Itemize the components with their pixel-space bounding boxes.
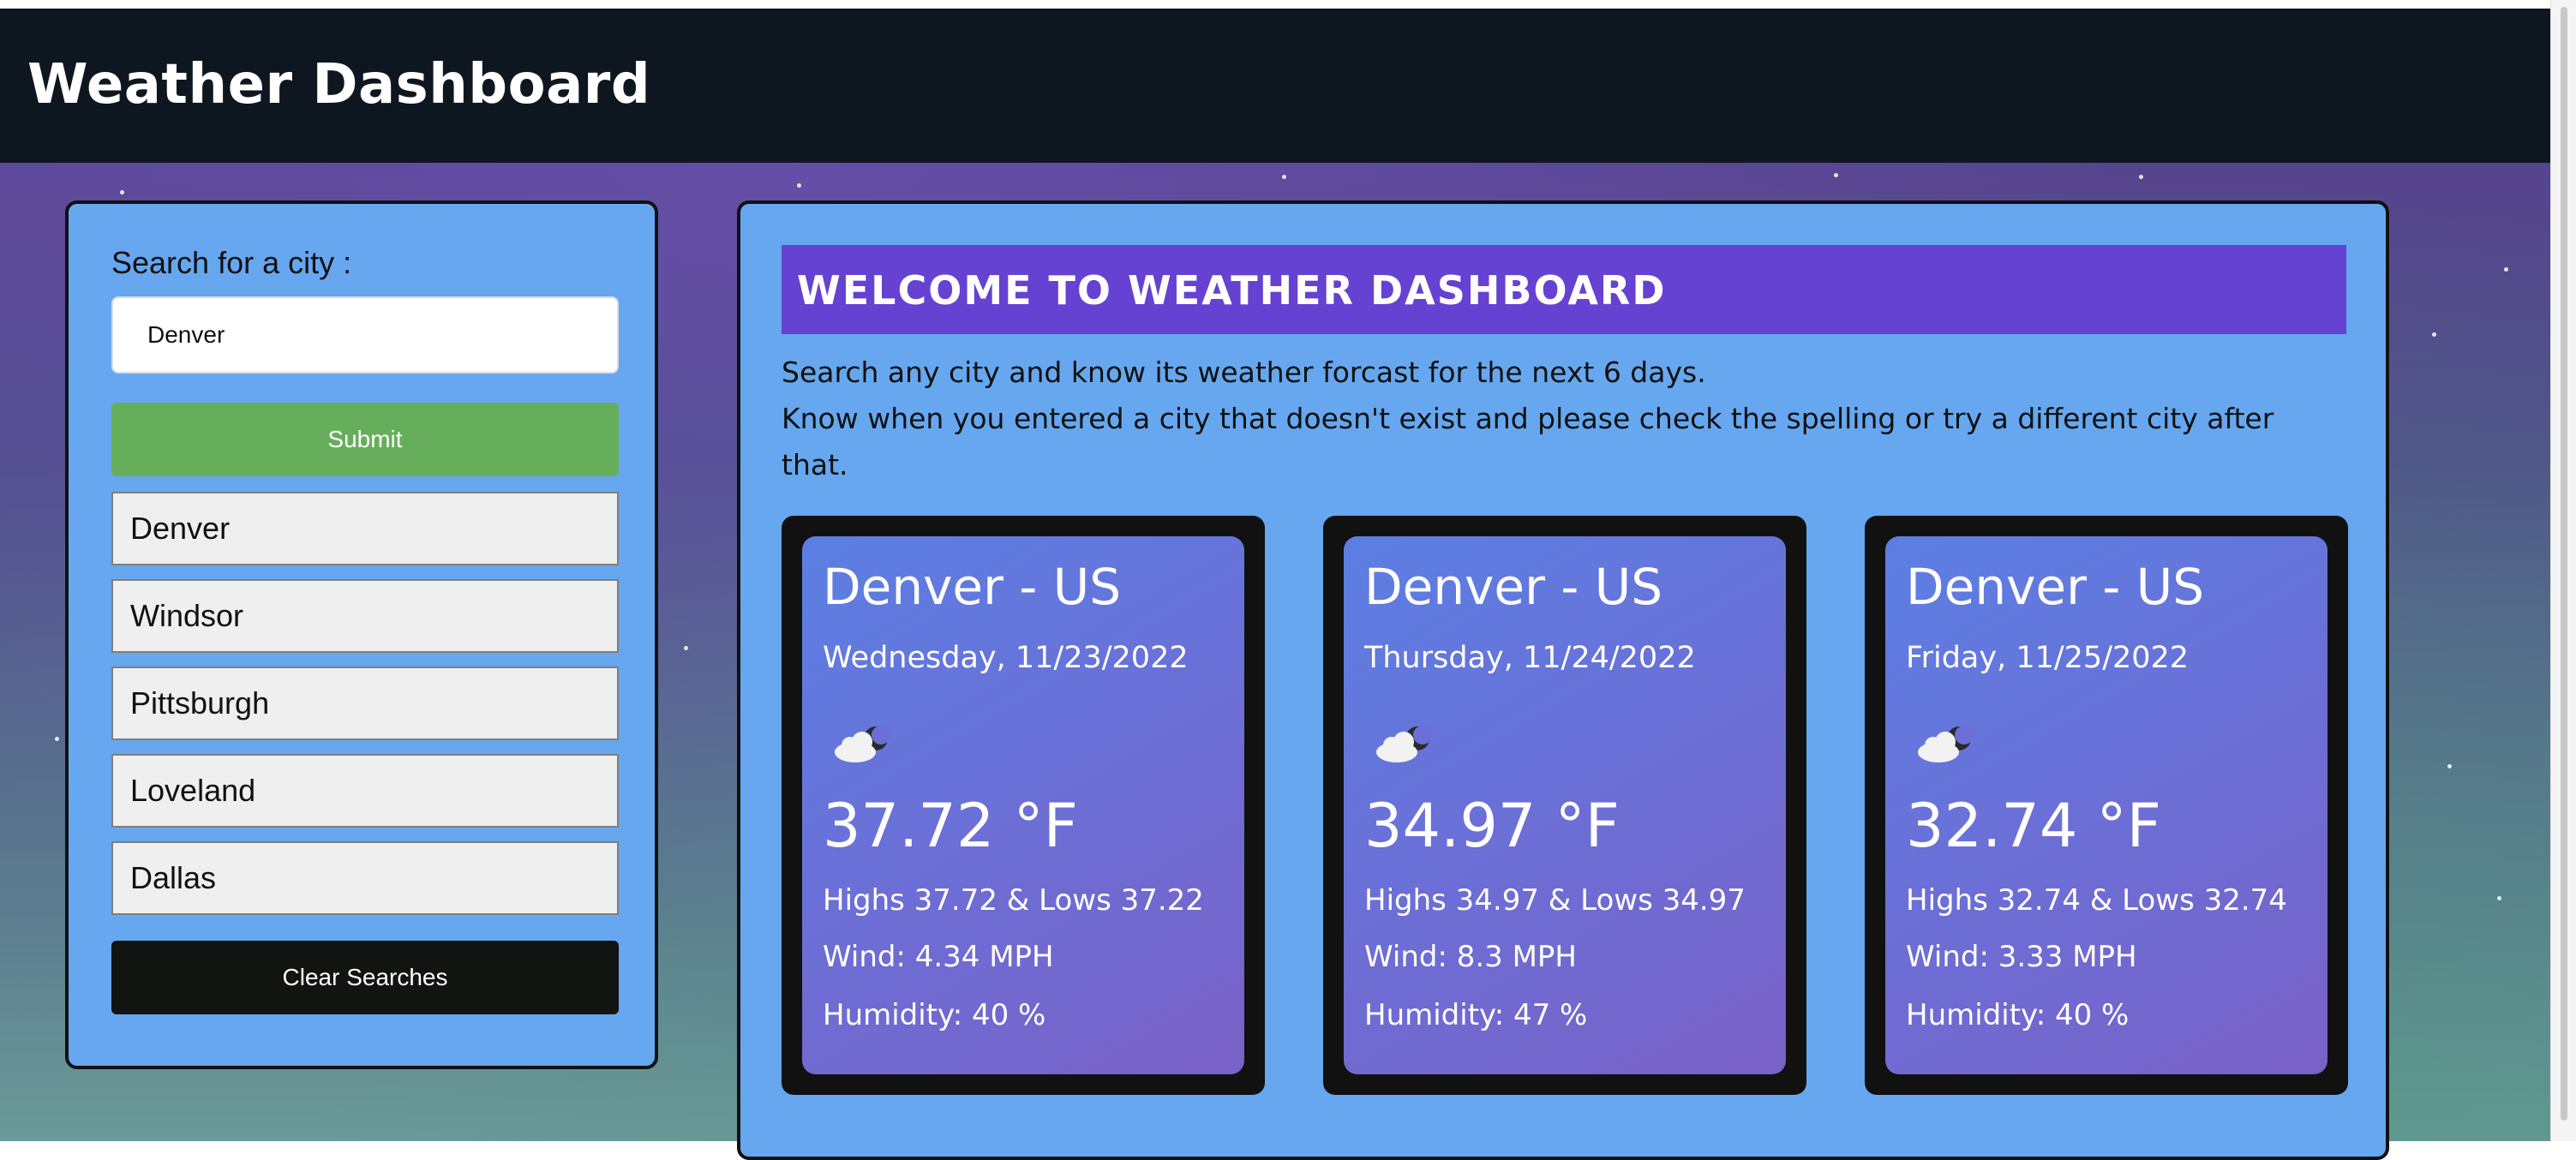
search-label: Search for a city : [111,245,352,280]
card-city: Denver - US [1364,558,1663,616]
card-temperature: 37.72 °F [823,791,1078,861]
welcome-banner: WELCOME TO WEATHER DASHBOARD [782,245,2346,334]
forecast-card: Denver - US Wednesday, 11/23/2022 37.72 … [802,536,1244,1074]
forecast-card: Denver - US Friday, 11/25/2022 32.74 °F … [1885,536,2327,1074]
card-highs-lows: Highs 34.97 & Lows 34.97 [1364,883,1746,918]
background-star [1834,173,1838,177]
card-highs-lows: Highs 32.74 & Lows 32.74 [1906,883,2287,918]
forecast-card-frame: Denver - US Wednesday, 11/23/2022 37.72 … [782,516,1265,1095]
background-star [1282,175,1286,179]
card-city: Denver - US [823,558,1122,616]
background-star [2139,175,2143,179]
background-star [797,183,801,188]
forecast-card-frame: Denver - US Thursday, 11/24/2022 34.97 °… [1323,516,1806,1095]
history-item-windsor[interactable]: Windsor [111,579,619,653]
history-item-pittsburgh[interactable]: Pittsburgh [111,667,619,740]
intro-line-3: that. [782,448,848,481]
intro-line-1: Search any city and know its weather for… [782,356,1706,389]
card-temperature: 32.74 °F [1906,791,2161,861]
scrollbar-thumb[interactable] [2561,7,2567,1121]
welcome-banner-text: WELCOME TO WEATHER DASHBOARD [797,267,1667,314]
app-header: Weather Dashboard [0,9,2550,163]
background-star [120,190,124,194]
forecast-panel: WELCOME TO WEATHER DASHBOARD Search any … [737,200,2389,1160]
card-date: Friday, 11/25/2022 [1906,641,2190,675]
forecast-card: Denver - US Thursday, 11/24/2022 34.97 °… [1344,536,1786,1074]
card-date: Wednesday, 11/23/2022 [823,641,1189,675]
background-star [2504,267,2508,272]
history-item-loveland[interactable]: Loveland [111,754,619,828]
page-title: Weather Dashboard [27,53,651,117]
partly-cloudy-night-icon [835,726,890,762]
card-wind: Wind: 3.33 MPH [1906,940,2137,974]
card-temperature: 34.97 °F [1364,791,1620,861]
card-humidity: Humidity: 40 % [1906,998,2130,1032]
background-star [55,737,59,741]
background-star [2432,332,2436,337]
card-city: Denver - US [1906,558,2205,616]
card-date: Thursday, 11/24/2022 [1364,641,1696,675]
forecast-card-frame: Denver - US Friday, 11/25/2022 32.74 °F … [1865,516,2348,1095]
partly-cloudy-night-icon [1376,726,1432,762]
card-humidity: Humidity: 47 % [1364,998,1588,1032]
card-wind: Wind: 4.34 MPH [823,940,1054,974]
card-humidity: Humidity: 40 % [823,998,1046,1032]
card-highs-lows: Highs 37.72 & Lows 37.22 [823,883,1204,918]
background-star [2447,764,2452,768]
history-item-denver[interactable]: Denver [111,492,619,565]
history-item-dallas[interactable]: Dallas [111,841,619,915]
card-wind: Wind: 8.3 MPH [1364,940,1577,974]
top-strip [0,0,2550,9]
background-star [684,646,688,650]
submit-button[interactable]: Submit [111,403,619,476]
clear-searches-button[interactable]: Clear Searches [111,941,619,1014]
search-input[interactable] [111,296,619,374]
background-star [2497,896,2501,900]
partly-cloudy-night-icon [1918,726,1974,762]
search-sidebar: Search for a city : Submit Denver Windso… [65,200,658,1069]
intro-line-2: Know when you entered a city that doesn'… [782,402,2274,435]
